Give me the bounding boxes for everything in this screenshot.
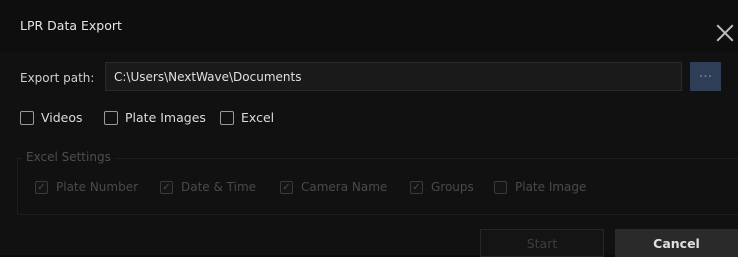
check-icon[interactable]: ✓ [35,180,48,194]
plate-number-checkbox[interactable]: ✓ Plate Number [35,180,138,194]
videos-label: Videos [41,110,83,125]
checkbox-box[interactable] [20,110,34,125]
dialog-title: LPR Data Export [20,18,122,33]
export-path-label: Export path: [20,71,95,85]
browse-button[interactable]: ··· [690,62,721,91]
date-time-label: Date & Time [181,180,257,194]
check-icon[interactable]: ✓ [410,180,423,194]
camera-name-checkbox[interactable]: ✓ Camera Name [280,180,387,194]
groups-label: Groups [431,180,474,194]
plate-image-label: Plate Image [515,180,587,194]
start-button[interactable]: Start [480,229,604,257]
plate-number-label: Plate Number [56,180,139,194]
excel-checkbox[interactable]: Excel [220,110,274,125]
checkbox-box[interactable] [104,110,118,125]
lpr-export-dialog: LPR Data Export Export path: ··· Videos … [0,0,738,257]
videos-checkbox[interactable]: Videos [20,110,83,125]
date-time-checkbox[interactable]: ✓ Date & Time [160,180,256,194]
cancel-button[interactable]: Cancel [615,229,738,257]
plate-image-checkbox[interactable]: Plate Image [494,180,586,194]
check-icon[interactable]: ✓ [280,180,293,194]
plate-images-label: Plate Images [125,110,206,125]
checkbox-box[interactable] [220,110,234,125]
excel-settings-title: Excel Settings [22,150,115,164]
title-bar: LPR Data Export [0,0,738,52]
check-icon[interactable]: ✓ [160,180,173,194]
plate-images-checkbox[interactable]: Plate Images [104,110,206,125]
excel-label: Excel [241,110,275,125]
close-icon[interactable] [714,22,736,44]
camera-name-label: Camera Name [301,180,388,194]
groups-checkbox[interactable]: ✓ Groups [410,180,474,194]
export-path-input[interactable] [105,62,682,91]
checkbox-box[interactable] [494,180,507,194]
